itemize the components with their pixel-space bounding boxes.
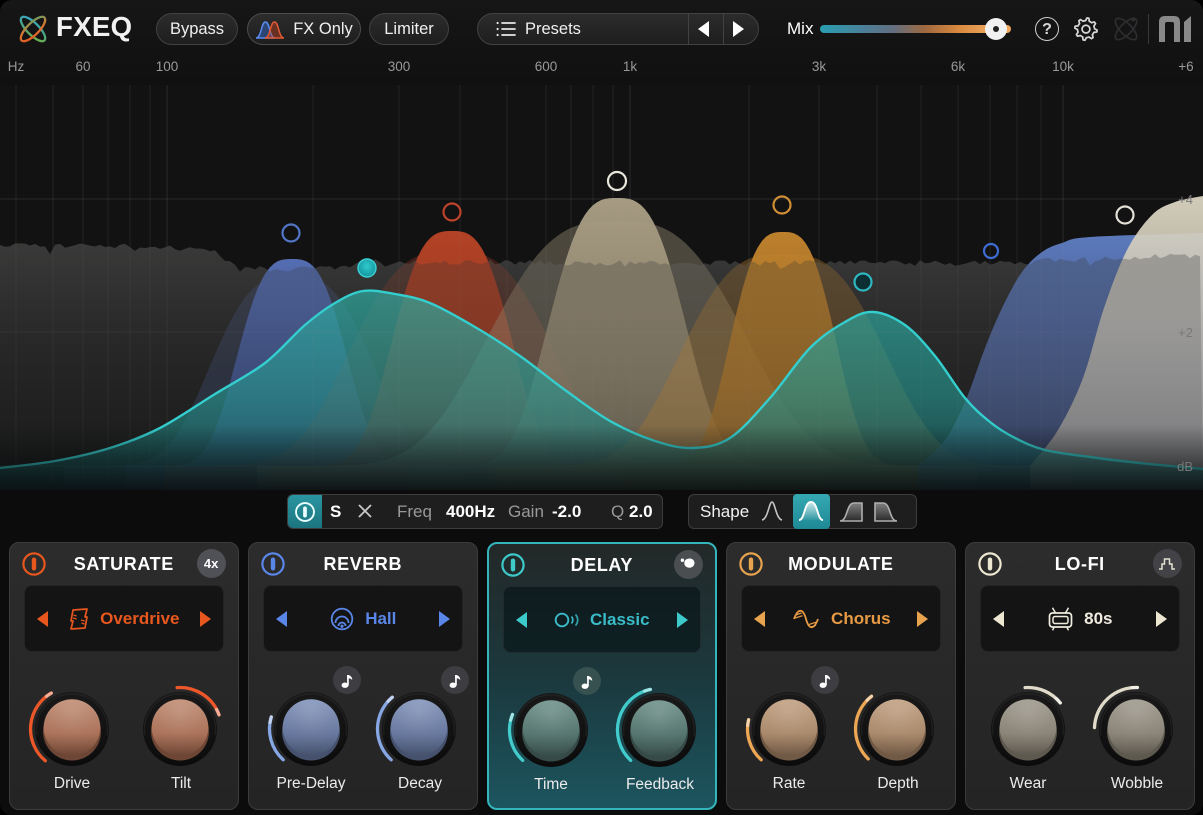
svg-text:+2: +2 — [1178, 325, 1193, 340]
svg-text:+4: +4 — [1178, 192, 1193, 207]
svg-text:dB: dB — [1177, 459, 1193, 474]
